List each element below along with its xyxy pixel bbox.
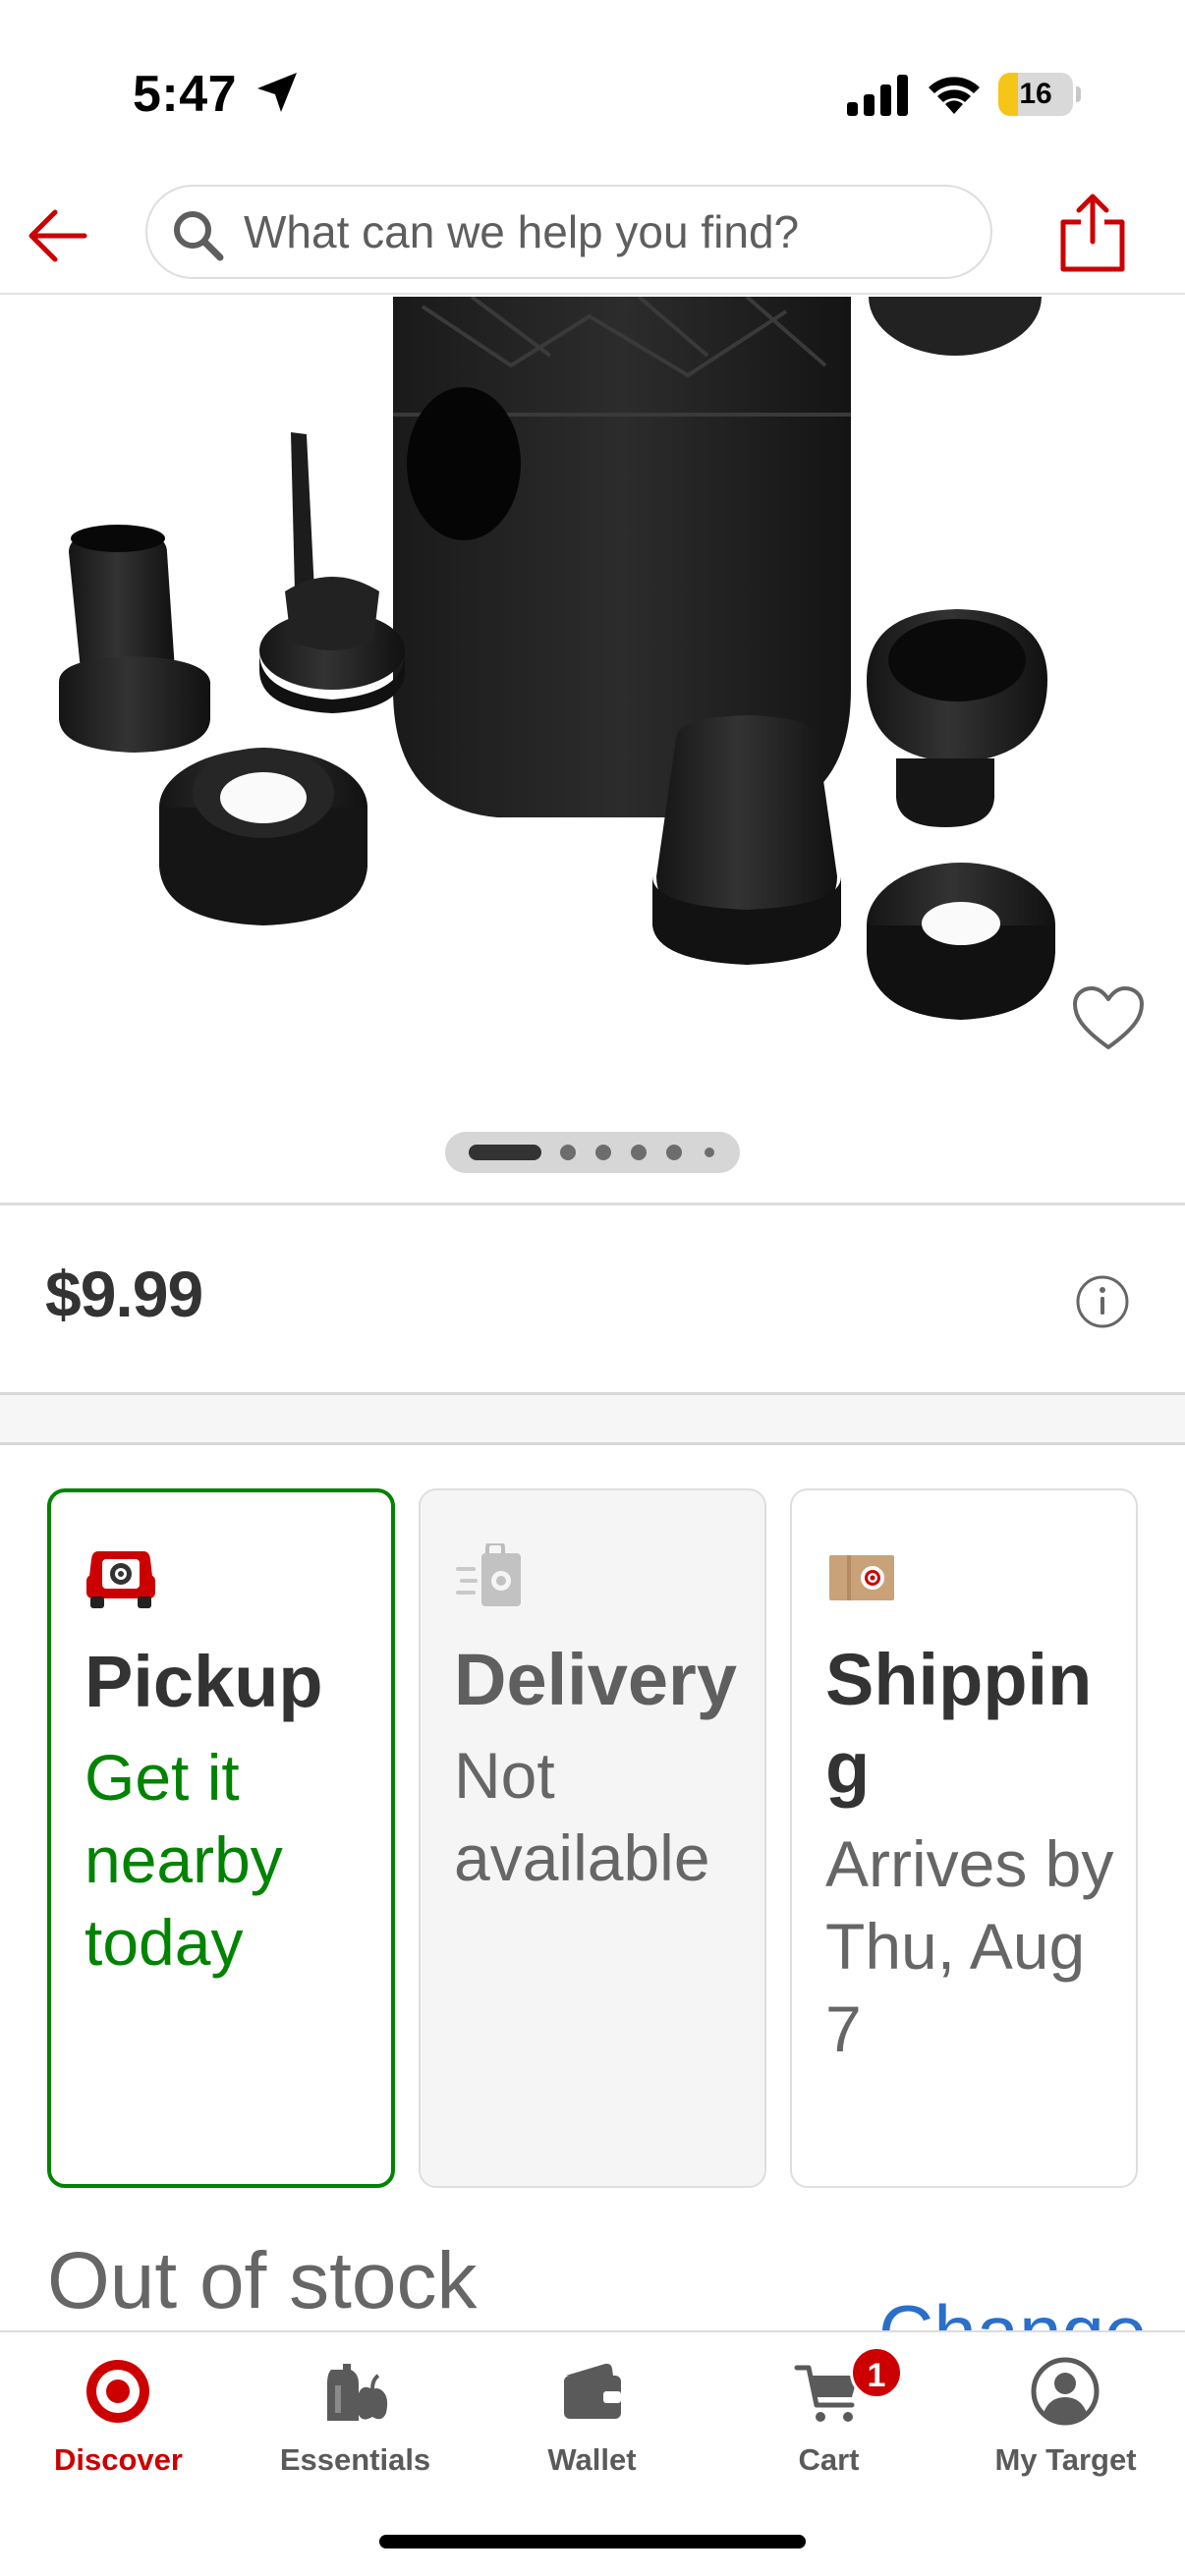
location-arrow-icon: [257, 73, 297, 112]
tab-wallet[interactable]: Wallet: [474, 2332, 710, 2490]
carousel-dot: [631, 1145, 647, 1160]
delivery-title: Delivery: [454, 1639, 737, 1720]
top-navigation: What can we help you find?: [0, 177, 1185, 295]
carousel-dot: [595, 1145, 611, 1160]
essentials-icon: [327, 2364, 388, 2421]
status-time: 5:47: [133, 66, 238, 123]
status-bar: 5:47 16: [0, 0, 1185, 177]
battery-indicator: 16: [998, 73, 1081, 116]
shipping-option-card[interactable]: Shipping Arrives by Thu, Aug 7: [790, 1488, 1138, 2188]
tab-cart-label: Cart: [798, 2442, 860, 2477]
product-image: [59, 297, 1055, 1020]
bullseye-icon: [86, 2360, 149, 2423]
price-row: $9.99: [0, 1205, 1185, 1392]
stock-status: Out of stock: [47, 2236, 478, 2325]
tab-essentials-label: Essentials: [279, 2442, 431, 2477]
tab-cart[interactable]: 1 Cart: [710, 2332, 947, 2490]
cellular-signal-icon: [847, 75, 908, 116]
back-arrow-icon[interactable]: [22, 198, 96, 273]
tab-wallet-label: Wallet: [547, 2442, 637, 2477]
shipping-title: Shipping: [825, 1639, 1093, 1809]
change-store-link[interactable]: Change: [878, 2283, 1147, 2330]
carousel-pagination[interactable]: [445, 1132, 740, 1173]
search-icon: [174, 211, 224, 261]
pickup-title: Pickup: [85, 1641, 323, 1722]
carousel-dot: [560, 1145, 576, 1160]
stock-status-row: Out of stock Change: [0, 2230, 1185, 2330]
carousel-dot-active: [469, 1145, 541, 1160]
cart-count-badge: 1: [850, 2346, 903, 2399]
carousel-dot: [666, 1145, 682, 1160]
tab-my-target-label: My Target: [994, 2442, 1137, 2477]
tab-essentials[interactable]: Essentials: [237, 2332, 474, 2490]
wallet-icon: [564, 2363, 621, 2419]
battery-level: 16: [1019, 78, 1052, 110]
pickup-car-icon: [86, 1551, 155, 1608]
section-separator: [0, 1392, 1185, 1445]
delivery-bag-icon: [456, 1543, 521, 1606]
search-input[interactable]: What can we help you find?: [145, 185, 992, 279]
delivery-option-card[interactable]: Delivery Not available: [419, 1488, 766, 2188]
pickup-subtitle: Get it nearby today: [85, 1741, 283, 1979]
tab-discover-label: Discover: [54, 2442, 183, 2477]
wifi-icon: [929, 77, 980, 114]
shipping-box-icon: [829, 1555, 894, 1600]
tab-discover[interactable]: Discover: [0, 2332, 237, 2490]
account-icon: [1031, 2357, 1100, 2426]
product-price: $9.99: [45, 1258, 203, 1330]
favorite-heart-icon[interactable]: [1071, 984, 1146, 1053]
carousel-dot: [705, 1148, 714, 1157]
tab-my-target[interactable]: My Target: [947, 2332, 1185, 2490]
pickup-option-card[interactable]: Pickup Get it nearby today: [47, 1488, 395, 2188]
delivery-subtitle: Not available: [454, 1739, 710, 1894]
product-image-carousel[interactable]: [0, 297, 1185, 1201]
share-icon[interactable]: [1057, 191, 1128, 273]
fulfillment-options: Pickup Get it nearby today Delivery Not …: [0, 1488, 1185, 2188]
info-icon[interactable]: [1075, 1274, 1130, 1329]
shipping-subtitle: Arrives by Thu, Aug 7: [825, 1827, 1114, 2065]
search-placeholder: What can we help you find?: [244, 206, 800, 257]
home-indicator: [379, 2535, 806, 2548]
